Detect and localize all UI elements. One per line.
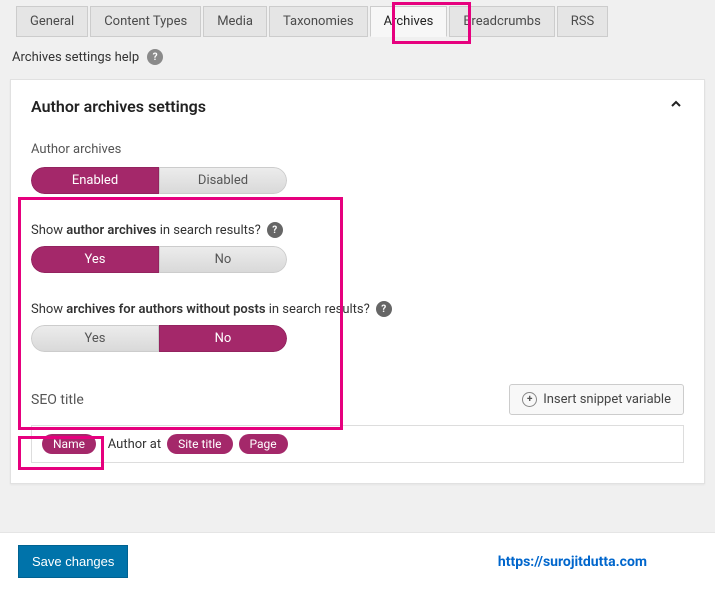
help-icon[interactable]: ? [376,301,392,317]
variable-pill-name[interactable]: Name [42,434,96,454]
tab-media[interactable]: Media [203,6,267,37]
help-icon[interactable]: ? [147,49,163,65]
panel-title: Author archives settings [31,97,206,116]
help-label: Archives settings help [12,50,139,65]
snippet-text: , Author at [102,437,161,452]
q-show-author-archives: Show author archives in search results? … [11,204,704,246]
variable-pill-page[interactable]: Page [239,434,288,454]
tab-content-types[interactable]: Content Types [90,6,201,37]
footer: Save changes https://surojitdutta.com [0,532,715,590]
insert-snippet-button[interactable]: + Insert snippet variable [509,384,684,415]
no-button[interactable]: No [159,325,287,352]
tab-rss[interactable]: RSS [557,6,608,37]
help-icon[interactable]: ? [267,222,283,238]
insert-snippet-label: Insert snippet variable [543,392,671,407]
q-authors-without-posts: Show archives for authors without posts … [11,283,704,325]
author-archives-label: Author archives [11,120,704,167]
author-archives-panel: Author archives settings Author archives… [10,79,705,484]
seo-title-label: SEO title [31,392,84,408]
disabled-button[interactable]: Disabled [159,167,287,194]
authors-without-posts-toggle: Yes No [31,325,287,352]
yes-button[interactable]: Yes [31,325,159,352]
enabled-button[interactable]: Enabled [31,167,159,194]
no-button[interactable]: No [159,246,287,273]
tab-taxonomies[interactable]: Taxonomies [269,6,368,37]
show-author-archives-toggle: Yes No [31,246,287,273]
chevron-up-icon [668,96,684,116]
yes-button[interactable]: Yes [31,246,159,273]
settings-tabs: General Content Types Media Taxonomies A… [0,0,715,37]
author-archives-toggle: Enabled Disabled [31,167,287,194]
panel-header[interactable]: Author archives settings [11,80,704,120]
seo-title-input[interactable]: Name , Author at Site title Page [31,425,684,463]
footer-link[interactable]: https://surojitdutta.com [498,554,647,570]
tab-breadcrumbs[interactable]: Breadcrumbs [449,6,554,37]
plus-icon: + [522,392,537,407]
tab-general[interactable]: General [16,6,88,37]
tab-archives[interactable]: Archives [370,6,448,37]
save-changes-button[interactable]: Save changes [18,545,128,578]
variable-pill-site-title[interactable]: Site title [167,434,232,454]
